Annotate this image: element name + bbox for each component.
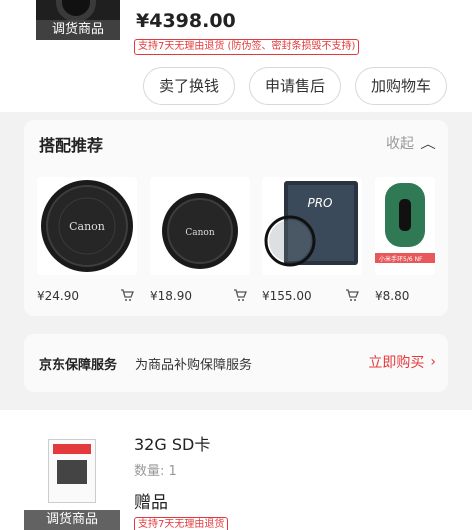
filter-brand: PRO xyxy=(307,196,332,210)
lens-cap-brand: Canon xyxy=(185,228,214,238)
sd-card-image xyxy=(48,439,96,503)
cart-icon[interactable] xyxy=(120,288,134,302)
protection-service-card[interactable]: 京东保障服务 为商品补购保障服务 立即购买 › xyxy=(24,334,448,392)
transfer-tag: 调货商品 xyxy=(36,20,120,40)
recommend-price-3: ¥155.00 xyxy=(262,289,312,303)
return-policy-badge: 支持7天无理由退货 (防伪签、密封条损毁不支持) xyxy=(134,39,360,55)
recommend-product-2[interactable]: Canon xyxy=(150,177,250,275)
recommend-title: 搭配推荐 xyxy=(39,136,104,155)
gift-item-card: 调货商品 32G SD卡 数量: 1 赠品 支持7天无理由退货 xyxy=(0,410,472,530)
recommend-product-1[interactable]: Canon xyxy=(37,177,137,275)
sell-button[interactable]: 卖了换钱 xyxy=(143,67,235,105)
buy-now-label: 立即购买 xyxy=(368,355,425,371)
order-price: ¥4398.00 xyxy=(136,10,236,32)
service-title: 京东保障服务 xyxy=(39,358,118,373)
filter-image: PRO xyxy=(264,181,358,267)
transfer-tag: 调货商品 xyxy=(24,510,120,530)
recommend-price-1: ¥24.90 xyxy=(37,289,79,303)
gift-item-name: 32G SD卡 xyxy=(134,435,211,454)
chevron-right-icon: › xyxy=(430,354,436,370)
cart-icon[interactable] xyxy=(345,288,359,302)
recommend-card: 搭配推荐 收起 ︿ Canon Canon PRO 小米手环5/6 NF ¥24… xyxy=(24,120,448,316)
watch-band-image: 小米手环5/6 NF xyxy=(375,177,435,275)
product-thumbnail[interactable]: 调货商品 xyxy=(36,0,120,40)
gift-thumbnail[interactable]: 调货商品 xyxy=(24,431,120,530)
return-policy-badge: 支持7天无理由退货 xyxy=(134,517,229,530)
watch-band-label: 小米手环5/6 NF xyxy=(379,255,423,263)
chevron-up-icon: ︿ xyxy=(420,136,436,151)
lens-cap-brand: Canon xyxy=(69,220,105,233)
service-subtitle: 为商品补购保障服务 xyxy=(135,358,253,373)
after-sales-button[interactable]: 申请售后 xyxy=(249,67,341,105)
recommend-product-4[interactable]: 小米手环5/6 NF xyxy=(375,177,435,275)
gift-item-quantity: 数量: 1 xyxy=(134,464,177,479)
gift-label: 赠品 xyxy=(134,493,168,513)
buy-now-link[interactable]: 立即购买 › xyxy=(368,352,436,372)
camera-lens-graphic xyxy=(56,0,96,22)
add-to-cart-button[interactable]: 加购物车 xyxy=(355,67,447,105)
recommend-price-4: ¥8.80 xyxy=(375,289,410,303)
collapse-toggle[interactable]: 收起 ︿ xyxy=(385,133,436,153)
order-item-card: 调货商品 ¥4398.00 支持7天无理由退货 (防伪签、密封条损毁不支持) 卖… xyxy=(0,0,472,112)
recommend-price-2: ¥18.90 xyxy=(150,289,192,303)
recommend-product-3[interactable]: PRO xyxy=(262,177,362,275)
cart-icon[interactable] xyxy=(233,288,247,302)
lens-cap-image: Canon xyxy=(41,180,133,272)
collapse-label: 收起 xyxy=(385,136,414,152)
lens-cap-image: Canon xyxy=(162,193,238,269)
